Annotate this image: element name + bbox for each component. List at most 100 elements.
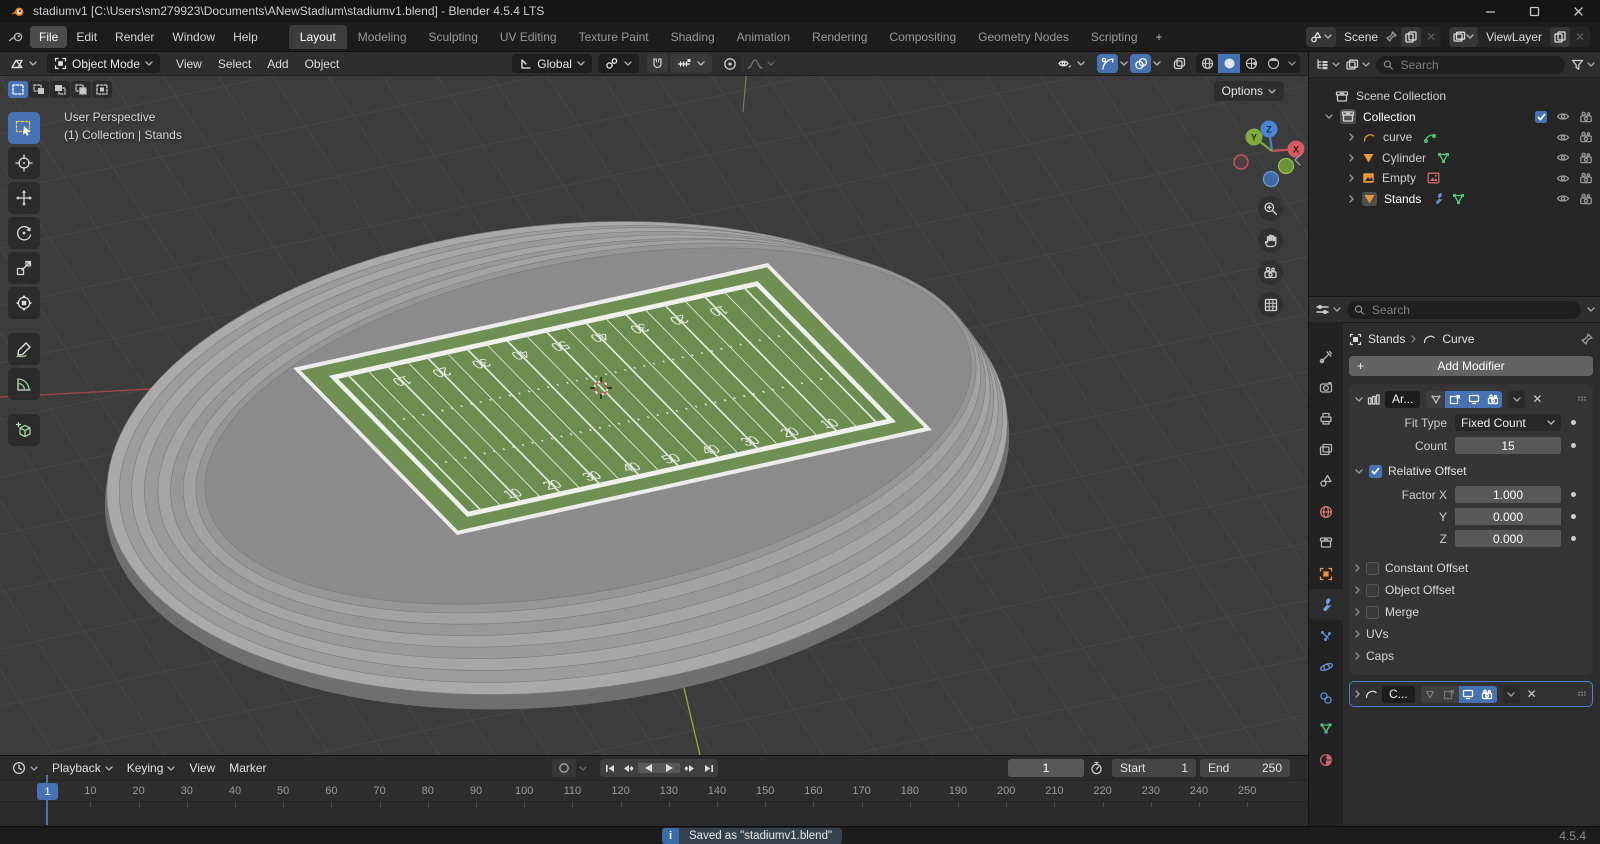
select-mode-extend[interactable] [29,81,49,98]
empty-label[interactable]: Empty [1382,171,1416,185]
viewlayer-selector[interactable]: ViewLayer ✕ [1449,27,1590,47]
tool-select-box[interactable] [8,112,40,144]
overlays-dropdown[interactable] [1151,59,1163,68]
array-viewport-toggle[interactable] [1464,391,1483,408]
select-mode-subtract[interactable] [50,81,70,98]
factor-y-field[interactable]: 0.000 [1455,508,1561,525]
collection-expand-icon[interactable] [1323,114,1335,119]
play-reverse-button[interactable] [638,763,659,773]
tool-cursor[interactable] [8,147,40,179]
viewlayer-name[interactable]: ViewLayer [1478,30,1550,44]
menu-edit[interactable]: Edit [67,26,106,48]
pin-icon[interactable] [1386,31,1397,42]
array-render-toggle[interactable] [1483,391,1502,408]
mode-dropdown[interactable]: Object Mode [47,54,160,73]
properties-search[interactable] [1347,301,1581,319]
outliner-row-collection[interactable]: Collection [1309,107,1600,128]
empty-render-camera-icon[interactable] [1579,172,1593,184]
tool-transform[interactable] [8,287,40,319]
tab-geometry-nodes[interactable]: Geometry Nodes [967,25,1080,49]
jump-to-start-button[interactable] [600,764,619,773]
curve-extras-dropdown[interactable] [1503,686,1520,703]
breadcrumb-data[interactable]: Curve [1442,332,1474,346]
curve-viewport-toggle[interactable] [1459,686,1478,703]
tab-compositing[interactable]: Compositing [878,25,967,49]
properties-search-input[interactable] [1370,302,1574,318]
object-visibility-dropdown[interactable] [1051,55,1091,72]
collection-checkbox[interactable] [1535,111,1547,123]
tab-rendering[interactable]: Rendering [801,25,878,49]
select-mode-set[interactable] [8,81,28,98]
cylinder-hide-eye-icon[interactable] [1556,152,1570,163]
collection-label[interactable]: Collection [1363,110,1416,124]
caps-section[interactable]: Caps [1355,645,1587,667]
cylinder-expand-icon[interactable] [1345,154,1357,162]
cylinder-render-camera-icon[interactable] [1579,152,1593,164]
tab-animation[interactable]: Animation [726,25,801,49]
add-workspace-button[interactable]: + [1149,25,1170,49]
curve-label[interactable]: curve [1383,130,1412,144]
object-offset-section[interactable]: Object Offset [1355,579,1587,601]
transform-orientation-dropdown[interactable]: Global [512,54,592,73]
curve-render-toggle[interactable] [1478,686,1497,703]
curve-render-camera-icon[interactable] [1579,131,1593,143]
new-scene-icon[interactable] [1401,27,1421,47]
count-animate-dot[interactable] [1571,443,1576,448]
tab-material[interactable] [1309,744,1343,775]
toggle-ortho-icon[interactable] [1258,292,1283,317]
menu-add[interactable]: Add [259,54,296,74]
relative-offset-checkbox[interactable] [1369,465,1382,478]
minimize-button[interactable] [1468,0,1512,22]
array-modifier-name[interactable]: Ar... [1385,391,1420,408]
outliner-row-empty[interactable]: Empty [1309,168,1600,189]
menu-select[interactable]: Select [210,54,259,74]
stopwatch-icon[interactable] [1090,761,1103,775]
delete-viewlayer-icon[interactable]: ✕ [1570,30,1590,44]
viewport-canvas[interactable]: 101020203030404050504040303020201010 Z [0,76,1308,755]
empty-expand-icon[interactable] [1345,174,1357,182]
shading-wireframe-button[interactable] [1196,54,1218,73]
breadcrumb-object[interactable]: Stands [1368,332,1405,346]
tool-rotate[interactable] [8,217,40,249]
factor-x-field[interactable]: 1.000 [1455,486,1561,503]
menu-file[interactable]: File [30,26,67,48]
cylinder-label[interactable]: Cylinder [1382,151,1426,165]
tab-collection[interactable] [1309,527,1343,558]
outliner-row-scene-collection[interactable]: Scene Collection [1309,86,1600,107]
count-field[interactable]: 15 [1455,437,1561,454]
outliner-display-mode-icon[interactable] [1346,59,1370,71]
select-mode-invert[interactable] [71,81,91,98]
properties-options-dropdown[interactable] [1587,307,1595,312]
shading-material-button[interactable] [1240,54,1262,73]
menu-view[interactable]: View [168,54,210,74]
stands-label[interactable]: Stands [1384,192,1421,206]
tab-particles[interactable] [1309,620,1343,651]
gizmos-toggle[interactable] [1097,54,1118,73]
array-oncage-toggle[interactable] [1445,391,1464,408]
factor-x-animate-dot[interactable] [1571,492,1576,497]
next-keyframe-button[interactable] [680,764,699,773]
array-editmode-toggle[interactable] [1426,391,1445,408]
stands-render-camera-icon[interactable] [1579,193,1593,205]
scene-collection-label[interactable]: Scene Collection [1356,89,1446,103]
curve-editmode-toggle[interactable] [1421,686,1440,703]
tool-measure[interactable] [8,368,40,400]
tab-tool[interactable] [1309,341,1343,372]
outliner-editor-icon[interactable] [1315,58,1340,71]
fit-type-dropdown[interactable]: Fixed Count [1455,414,1561,431]
menu-render[interactable]: Render [106,26,163,48]
pin-id-icon[interactable] [1581,333,1593,345]
array-delete-icon[interactable]: ✕ [1532,392,1542,406]
empty-hide-eye-icon[interactable] [1556,173,1570,184]
outliner-row-curve[interactable]: curve [1309,127,1600,148]
curve-delete-icon[interactable]: ✕ [1527,687,1537,701]
array-modifier-header[interactable]: Ar... ✕ [1355,388,1587,410]
tab-view-layer[interactable] [1309,434,1343,465]
factor-y-animate-dot[interactable] [1571,514,1576,519]
merge-section[interactable]: Merge [1355,601,1587,623]
factor-z-field[interactable]: 0.000 [1455,530,1561,547]
play-button[interactable] [659,763,680,773]
menu-window[interactable]: Window [163,26,224,48]
overlays-toggle[interactable] [1130,54,1151,73]
tab-physics[interactable] [1309,651,1343,682]
